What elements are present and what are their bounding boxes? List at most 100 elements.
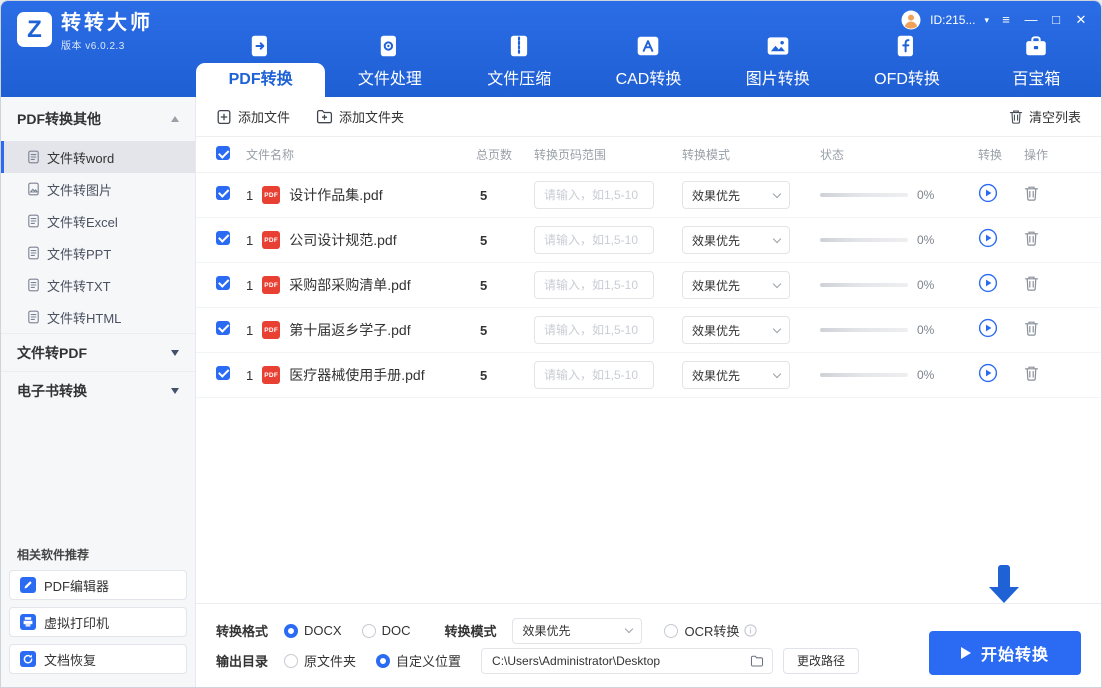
table-row: 1 PDF 采购部采购清单.pdf 5 效果优先 0% — [196, 263, 1101, 308]
row-convert-button[interactable] — [978, 273, 998, 293]
add-file-button[interactable]: 添加文件 — [216, 107, 290, 126]
row-delete-button[interactable] — [1024, 365, 1039, 381]
radio-selected-icon — [284, 624, 298, 638]
app-version: 版本 v6.0.2.3 — [61, 37, 153, 52]
file-toolbar: 添加文件 添加文件夹 清空列表 — [196, 97, 1101, 137]
row-checkbox[interactable] — [216, 321, 230, 335]
output-custom-option[interactable]: 自定义位置 — [376, 651, 461, 670]
file-compress-icon — [506, 31, 532, 59]
group-label: 电子书转换 — [17, 381, 87, 401]
app-window: Z 转转大师 版本 v6.0.2.3 ID:215... ▾ ≡ — □ ✕ P… — [0, 0, 1102, 688]
page-range-input[interactable] — [534, 316, 654, 344]
row-checkbox[interactable] — [216, 366, 230, 380]
clear-list-button[interactable]: 清空列表 — [1009, 107, 1081, 126]
col-operation: 操作 — [1024, 146, 1079, 163]
trash-icon — [1024, 320, 1039, 336]
page-range-input[interactable] — [534, 271, 654, 299]
convert-mode-select[interactable]: 效果优先 — [682, 226, 790, 254]
row-delete-button[interactable] — [1024, 230, 1039, 246]
caret-down-icon[interactable]: ▾ — [984, 15, 989, 26]
row-delete-button[interactable] — [1024, 320, 1039, 336]
tab-pdf-convert[interactable]: PDF转换 — [196, 25, 325, 97]
table-row: 1 PDF 医疗器械使用手册.pdf 5 效果优先 0% — [196, 353, 1101, 398]
brand: Z 转转大师 版本 v6.0.2.3 — [17, 12, 153, 52]
progress-bar — [820, 193, 908, 197]
sidebar-item-file-to-txt[interactable]: 文件转TXT — [1, 269, 195, 301]
row-delete-button[interactable] — [1024, 275, 1039, 291]
select-all-checkbox[interactable] — [216, 146, 230, 160]
row-convert-button[interactable] — [978, 363, 998, 383]
folder-icon[interactable] — [750, 655, 764, 667]
sidebar-item-file-to-html[interactable]: 文件转HTML — [1, 301, 195, 333]
row-convert-button[interactable] — [978, 183, 998, 203]
format-doc-option[interactable]: DOC — [362, 623, 411, 638]
tab-ofd-convert[interactable]: OFD转换 — [842, 25, 971, 97]
sidebar-item-file-to-image[interactable]: 文件转图片 — [1, 173, 195, 205]
file-name: 第十届返乡学子.pdf — [289, 320, 410, 340]
tab-image-convert[interactable]: 图片转换 — [713, 25, 842, 97]
col-total-pages: 总页数 — [476, 146, 534, 163]
convert-mode-select[interactable]: 效果优先 — [682, 316, 790, 344]
convert-mode-select[interactable]: 效果优先 — [682, 181, 790, 209]
row-delete-button[interactable] — [1024, 185, 1039, 201]
tab-toolbox[interactable]: 百宝箱 — [972, 25, 1101, 97]
format-docx-label: DOCX — [304, 623, 342, 638]
sidebar-group-ebook-convert[interactable]: 电子书转换 — [1, 371, 195, 409]
row-convert-button[interactable] — [978, 228, 998, 248]
convert-mode-select[interactable]: 效果优先 — [682, 271, 790, 299]
tab-file-compress[interactable]: 文件压缩 — [455, 25, 584, 97]
page-range-input[interactable] — [534, 361, 654, 389]
play-icon — [978, 363, 998, 383]
pdf-file-icon: PDF — [262, 276, 280, 294]
tab-cad-convert[interactable]: CAD转换 — [584, 25, 713, 97]
radio-icon — [284, 654, 298, 668]
start-convert-button[interactable]: 开始转换 — [929, 631, 1081, 675]
pdf-file-icon: PDF — [262, 186, 280, 204]
mode-select-value: 效果优先 — [692, 367, 740, 384]
add-folder-button[interactable]: 添加文件夹 — [316, 107, 404, 126]
row-checkbox[interactable] — [216, 276, 230, 290]
play-icon — [978, 183, 998, 203]
sidebar-item-file-to-ppt[interactable]: 文件转PPT — [1, 237, 195, 269]
doc-icon — [27, 246, 40, 260]
radio-icon — [362, 624, 376, 638]
mode-label: 转换模式 — [444, 621, 496, 640]
sidebar-item-label: 文件转PPT — [47, 244, 111, 263]
mode-select-value: 效果优先 — [692, 322, 740, 339]
sidebar-group-pdf-other[interactable]: PDF转换其他 — [1, 97, 195, 141]
group-label: 文件转PDF — [17, 343, 87, 363]
col-status: 状态 — [820, 146, 978, 163]
convert-mode-select[interactable]: 效果优先 — [682, 361, 790, 389]
row-checkbox[interactable] — [216, 186, 230, 200]
format-docx-option[interactable]: DOCX — [284, 623, 342, 638]
row-convert-button[interactable] — [978, 318, 998, 338]
table-row: 1 PDF 第十届返乡学子.pdf 5 效果优先 0% — [196, 308, 1101, 353]
radio-icon — [664, 624, 678, 638]
page-range-input[interactable] — [534, 226, 654, 254]
ocr-option[interactable]: OCR转换 — [664, 621, 757, 640]
sidebar: PDF转换其他 文件转word 文件转图片 文件转Excel 文件转PPT — [1, 97, 196, 688]
recommend-doc-recover[interactable]: 文档恢复 — [9, 644, 187, 674]
progress-percent: 0% — [917, 278, 934, 292]
sidebar-item-file-to-excel[interactable]: 文件转Excel — [1, 205, 195, 237]
col-file-name: 文件名称 — [246, 146, 476, 163]
chevron-down-icon — [773, 369, 781, 377]
play-icon — [978, 228, 998, 248]
main-content: 添加文件 添加文件夹 清空列表 文件名称 总页数 转换页码范围 转换模式 状态 — [196, 97, 1101, 688]
footer-mode-select[interactable]: 效果优先 — [512, 618, 642, 644]
sidebar-group-file-to-pdf[interactable]: 文件转PDF — [1, 333, 195, 371]
progress-bar — [820, 328, 908, 332]
progress-bar — [820, 238, 908, 242]
row-index: 1 — [246, 323, 253, 338]
tab-file-process[interactable]: 文件处理 — [325, 25, 454, 97]
recommend-virtual-printer[interactable]: 虚拟打印机 — [9, 607, 187, 637]
row-checkbox[interactable] — [216, 231, 230, 245]
sidebar-item-file-to-word[interactable]: 文件转word — [1, 141, 195, 173]
sidebar-item-label: 文件转TXT — [47, 276, 111, 295]
page-range-input[interactable] — [534, 181, 654, 209]
output-path-input[interactable] — [490, 653, 744, 669]
ofd-convert-icon — [894, 31, 920, 59]
change-path-button[interactable]: 更改路径 — [783, 648, 859, 674]
output-source-option[interactable]: 原文件夹 — [284, 651, 356, 670]
recommend-pdf-editor[interactable]: PDF编辑器 — [9, 570, 187, 600]
